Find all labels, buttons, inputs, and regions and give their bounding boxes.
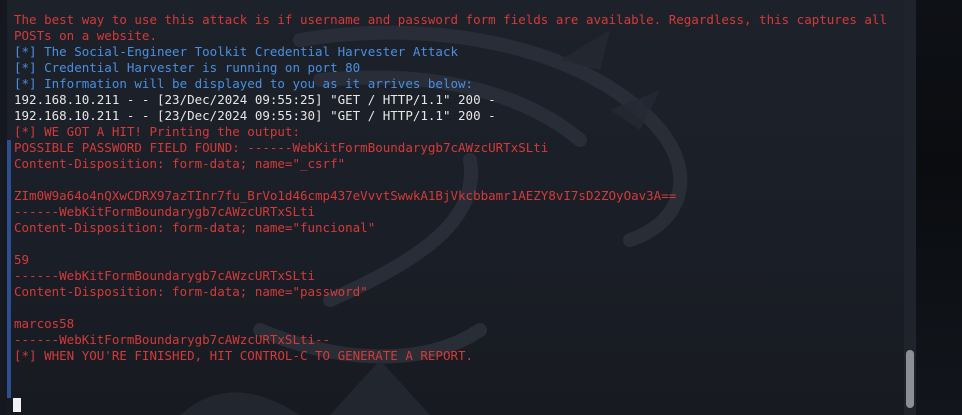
terminal-line: 59 [14, 252, 30, 267]
scrollbar-thumb[interactable] [906, 350, 914, 408]
terminal-line: [*] WHEN YOU'RE FINISHED, HIT CONTROL-C … [14, 348, 474, 363]
terminal-window[interactable]: The best way to use this attack is if us… [0, 0, 962, 415]
terminal-line: [*] Information will be displayed to you… [14, 76, 474, 91]
terminal-line: The best way to use this attack is if us… [14, 12, 895, 43]
terminal-line: Content-Disposition: form-data; name="fu… [14, 220, 376, 235]
terminal-line: Content-Disposition: form-data; name="pa… [14, 284, 368, 299]
terminal-line: Content-Disposition: form-data; name="_c… [14, 156, 346, 171]
terminal-line: ZIm0W9a64o4nQXwCDRX97azTInr7fu_BrVo1d46c… [14, 188, 677, 203]
terminal-line: POSSIBLE PASSWORD FIELD FOUND: ------Web… [14, 140, 549, 155]
terminal-line: [*] WE GOT A HIT! Printing the output: [14, 124, 300, 139]
terminal-output: The best way to use this attack is if us… [14, 12, 899, 364]
terminal-line: ------WebKitFormBoundarygb7cAWzcURTxSLti [14, 268, 316, 283]
terminal-line: [*] The Social-Engineer Toolkit Credenti… [14, 44, 459, 59]
terminal-line: 192.168.10.211 - - [23/Dec/2024 09:55:25… [14, 92, 496, 107]
terminal-line: ------WebKitFormBoundarygb7cAWzcURTxSLti… [14, 332, 331, 347]
terminal-line: [*] Credential Harvester is running on p… [14, 60, 361, 75]
block-cursor-icon [13, 398, 21, 412]
selection-marker [7, 140, 11, 398]
terminal-line: marcos58 [14, 316, 75, 331]
terminal-line: 192.168.10.211 - - [23/Dec/2024 09:55:30… [14, 108, 496, 123]
desktop-background [916, 0, 962, 415]
window-left-edge [0, 0, 7, 415]
terminal-line: ------WebKitFormBoundarygb7cAWzcURTxSLti [14, 204, 316, 219]
